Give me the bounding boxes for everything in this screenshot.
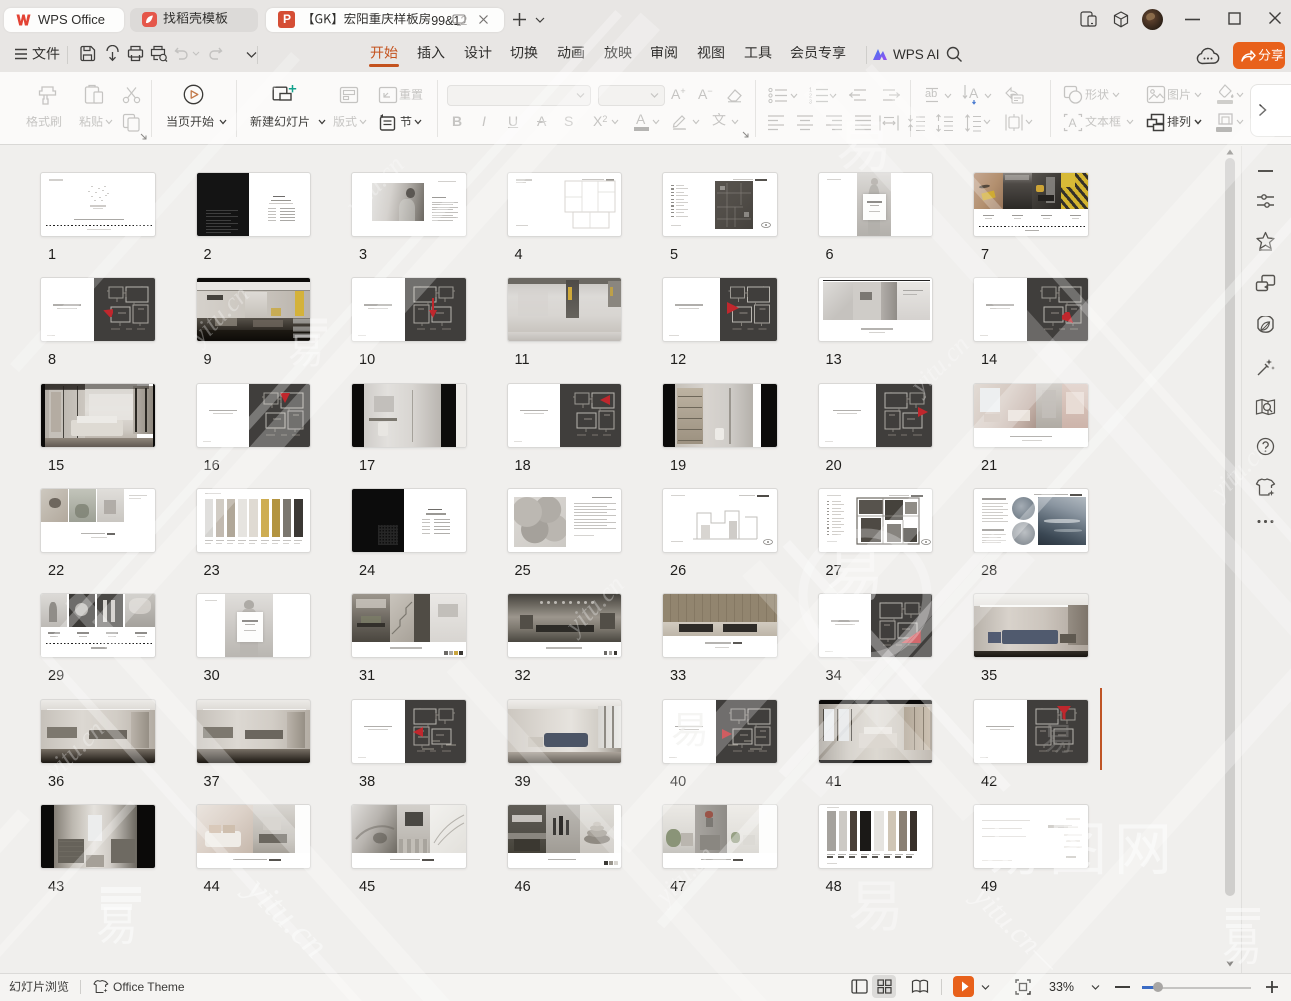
svg-text:ab: ab: [925, 88, 937, 100]
svg-text:3: 3: [809, 100, 812, 105]
svg-text:A: A: [1069, 116, 1077, 130]
svg-text:A: A: [969, 85, 979, 101]
